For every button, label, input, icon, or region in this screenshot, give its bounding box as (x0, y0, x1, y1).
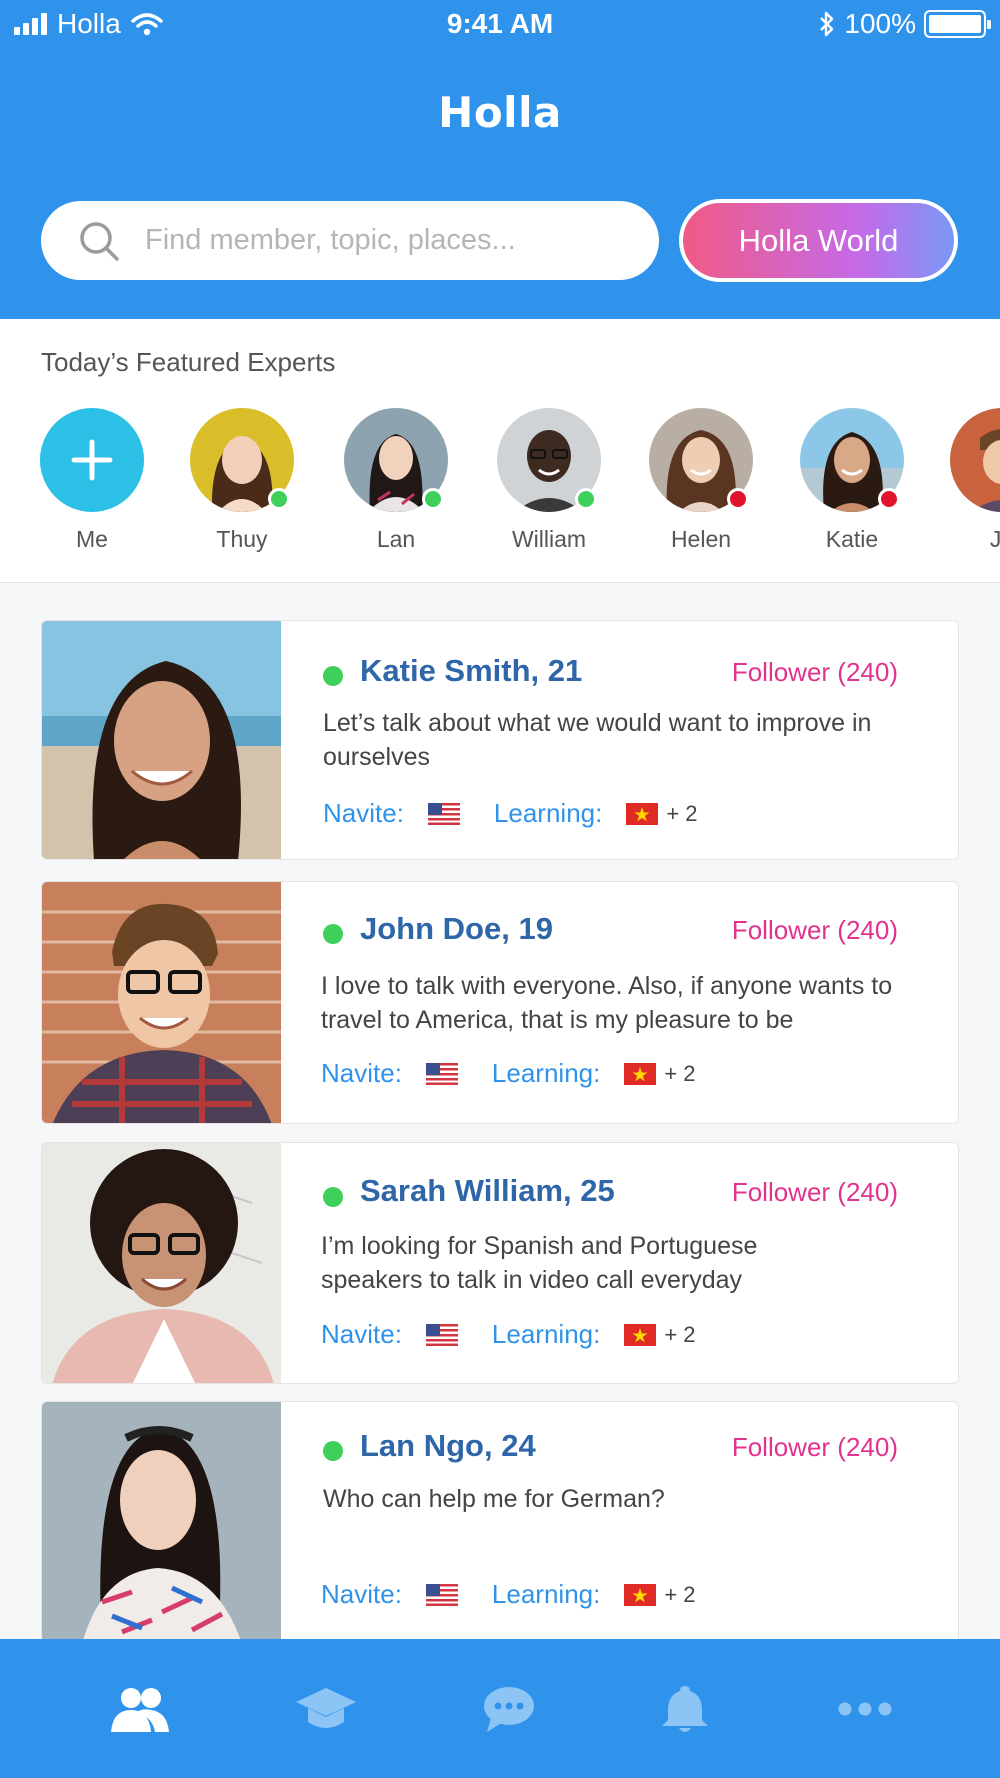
learning-label: Learning: (493, 798, 603, 828)
app-logo: Holla (438, 88, 562, 137)
expert-jo[interactable]: Jo (922, 408, 1000, 553)
learning-label: Learning: (491, 1058, 601, 1088)
follower-count[interactable]: Follower (240) (732, 657, 898, 688)
avatar (950, 408, 1000, 512)
member-name[interactable]: Sarah William, 25 (360, 1173, 615, 1209)
us-flag-icon (425, 1062, 458, 1085)
follower-count[interactable]: Follower (240) (732, 1432, 898, 1463)
busy-status-dot (878, 488, 900, 510)
us-flag-icon (425, 1323, 458, 1346)
bottom-tab-bar (0, 1639, 1000, 1778)
graduation-cap-icon (296, 1687, 356, 1728)
member-bio: Who can help me for German? (323, 1485, 665, 1513)
people-icon (111, 1687, 169, 1732)
more-languages-count[interactable]: + 2 (664, 1582, 695, 1608)
tab-more[interactable] (765, 1639, 965, 1778)
bluetooth-icon (820, 11, 834, 37)
search-bar[interactable] (41, 201, 659, 280)
expert-name: Helen (670, 526, 732, 552)
status-bar: Holla 9:41 AM 100% (0, 0, 1000, 52)
member-photo (42, 1402, 281, 1642)
native-label: Navite: (321, 1058, 402, 1088)
member-card[interactable]: Sarah William, 25 Follower (240) I’m loo… (41, 1142, 959, 1384)
member-photo (42, 1143, 281, 1383)
learning-label: Learning: (491, 1319, 601, 1349)
expert-name: Me (76, 526, 108, 552)
us-flag-icon (425, 1583, 458, 1606)
add-story-button[interactable] (40, 408, 144, 512)
tab-people[interactable] (40, 1639, 240, 1778)
expert-lan[interactable]: Lan (316, 408, 476, 553)
native-label: Navite: (321, 1319, 402, 1349)
language-row: Navite: Learning: + 2 (321, 1058, 696, 1089)
member-bio: I’m looking for Spanish and Portuguese s… (321, 1232, 758, 1294)
search-input[interactable] (145, 224, 585, 257)
featured-title: Today’s Featured Experts (41, 347, 336, 377)
online-indicator (323, 1441, 343, 1461)
member-photo (42, 882, 281, 1123)
member-card[interactable]: Katie Smith, 21 Follower (240) Let’s tal… (41, 620, 959, 860)
learning-label: Learning: (491, 1579, 601, 1609)
online-indicator (323, 1187, 343, 1207)
online-status-dot (575, 488, 597, 510)
follower-count[interactable]: Follower (240) (732, 915, 898, 946)
expert-name: Jo (922, 526, 1000, 553)
tab-notifications[interactable] (585, 1639, 785, 1778)
language-row: Navite: Learning: + 2 (321, 1579, 696, 1610)
featured-experts-section: Today’s Featured Experts Me Thuy Lan Wil… (0, 319, 1000, 583)
vietnam-flag-icon (626, 802, 659, 825)
member-name[interactable]: Lan Ngo, 24 (360, 1428, 536, 1464)
holla-world-button[interactable]: Holla World (679, 199, 958, 282)
chat-bubble-icon (484, 1686, 534, 1732)
follower-count[interactable]: Follower (240) (732, 1177, 898, 1208)
expert-name: Lan (376, 526, 416, 552)
language-row: Navite: Learning: + 2 (323, 798, 698, 829)
more-languages-count[interactable]: + 2 (664, 1061, 695, 1087)
battery-icon (924, 10, 991, 38)
member-card[interactable]: John Doe, 19 Follower (240) I love to ta… (41, 881, 959, 1124)
more-languages-count[interactable]: + 2 (666, 801, 697, 827)
expert-name: Thuy (216, 526, 268, 552)
online-status-dot (422, 488, 444, 510)
expert-me[interactable]: Me (12, 408, 172, 553)
app-header: Holla 9:41 AM 100% Holla Holla World (0, 0, 1000, 319)
vietnam-flag-icon (624, 1583, 657, 1606)
member-bio: Let’s talk about what we would want to i… (323, 709, 872, 771)
native-label: Navite: (321, 1579, 402, 1609)
battery-percent: 100% (844, 8, 916, 39)
online-status-dot (268, 488, 290, 510)
search-icon (80, 221, 119, 261)
native-label: Navite: (323, 798, 404, 828)
tab-learn[interactable] (226, 1639, 426, 1778)
us-flag-icon (427, 802, 460, 825)
vietnam-flag-icon (624, 1062, 657, 1085)
expert-name: Katie (825, 526, 879, 552)
bell-icon (662, 1685, 708, 1732)
member-photo (42, 621, 281, 859)
expert-helen[interactable]: Helen (621, 408, 781, 553)
member-bio: I love to talk with everyone. Also, if a… (321, 972, 893, 1034)
expert-william[interactable]: William (469, 408, 629, 553)
member-name[interactable]: Katie Smith, 21 (360, 653, 582, 689)
expert-katie[interactable]: Katie (772, 408, 932, 553)
member-card[interactable]: Lan Ngo, 24 Follower (240) Who can help … (41, 1401, 959, 1643)
language-row: Navite: Learning: + 2 (321, 1319, 696, 1350)
more-languages-count[interactable]: + 2 (664, 1322, 695, 1348)
expert-name: William (511, 526, 587, 552)
tab-messages[interactable] (409, 1639, 609, 1778)
more-icon (838, 1702, 892, 1715)
plus-icon (71, 439, 113, 481)
online-indicator (323, 924, 343, 944)
busy-status-dot (727, 488, 749, 510)
expert-thuy[interactable]: Thuy (162, 408, 322, 553)
online-indicator (323, 666, 343, 686)
vietnam-flag-icon (624, 1323, 657, 1346)
member-name[interactable]: John Doe, 19 (360, 911, 553, 947)
